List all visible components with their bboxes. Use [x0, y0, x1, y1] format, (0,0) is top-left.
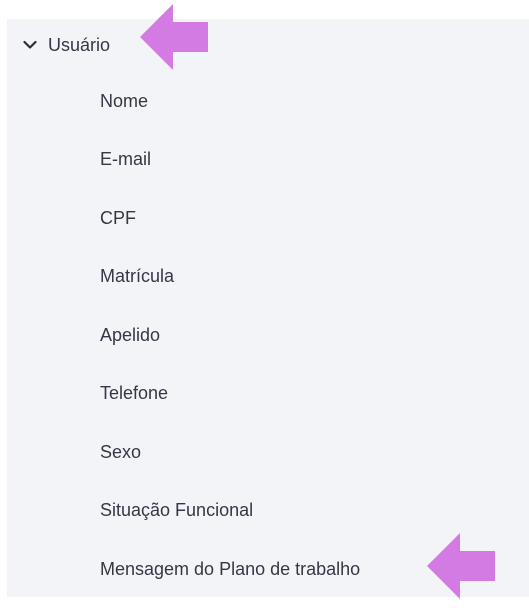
left-arrow-icon: [427, 533, 495, 599]
menu-panel: [7, 19, 529, 597]
menu-item-matricula[interactable]: Matrícula: [100, 261, 174, 291]
usuario-group-label: Usuário: [48, 34, 111, 55]
menu-item-mensagem-plano-trabalho[interactable]: Mensagem do Plano de trabalho: [100, 554, 360, 584]
usuario-group-toggle[interactable]: Usuário: [22, 28, 110, 62]
menu-item-email[interactable]: E-mail: [100, 144, 151, 174]
left-arrow-icon: [140, 4, 208, 70]
chevron-down-icon: [22, 37, 38, 53]
menu-item-situacao-funcional[interactable]: Situação Funcional: [100, 495, 253, 525]
menu-item-sexo[interactable]: Sexo: [100, 437, 141, 467]
menu-item-nome[interactable]: Nome: [100, 86, 148, 116]
menu-item-apelido[interactable]: Apelido: [100, 320, 160, 350]
menu-item-cpf[interactable]: CPF: [100, 203, 136, 233]
menu-item-telefone[interactable]: Telefone: [100, 378, 168, 408]
